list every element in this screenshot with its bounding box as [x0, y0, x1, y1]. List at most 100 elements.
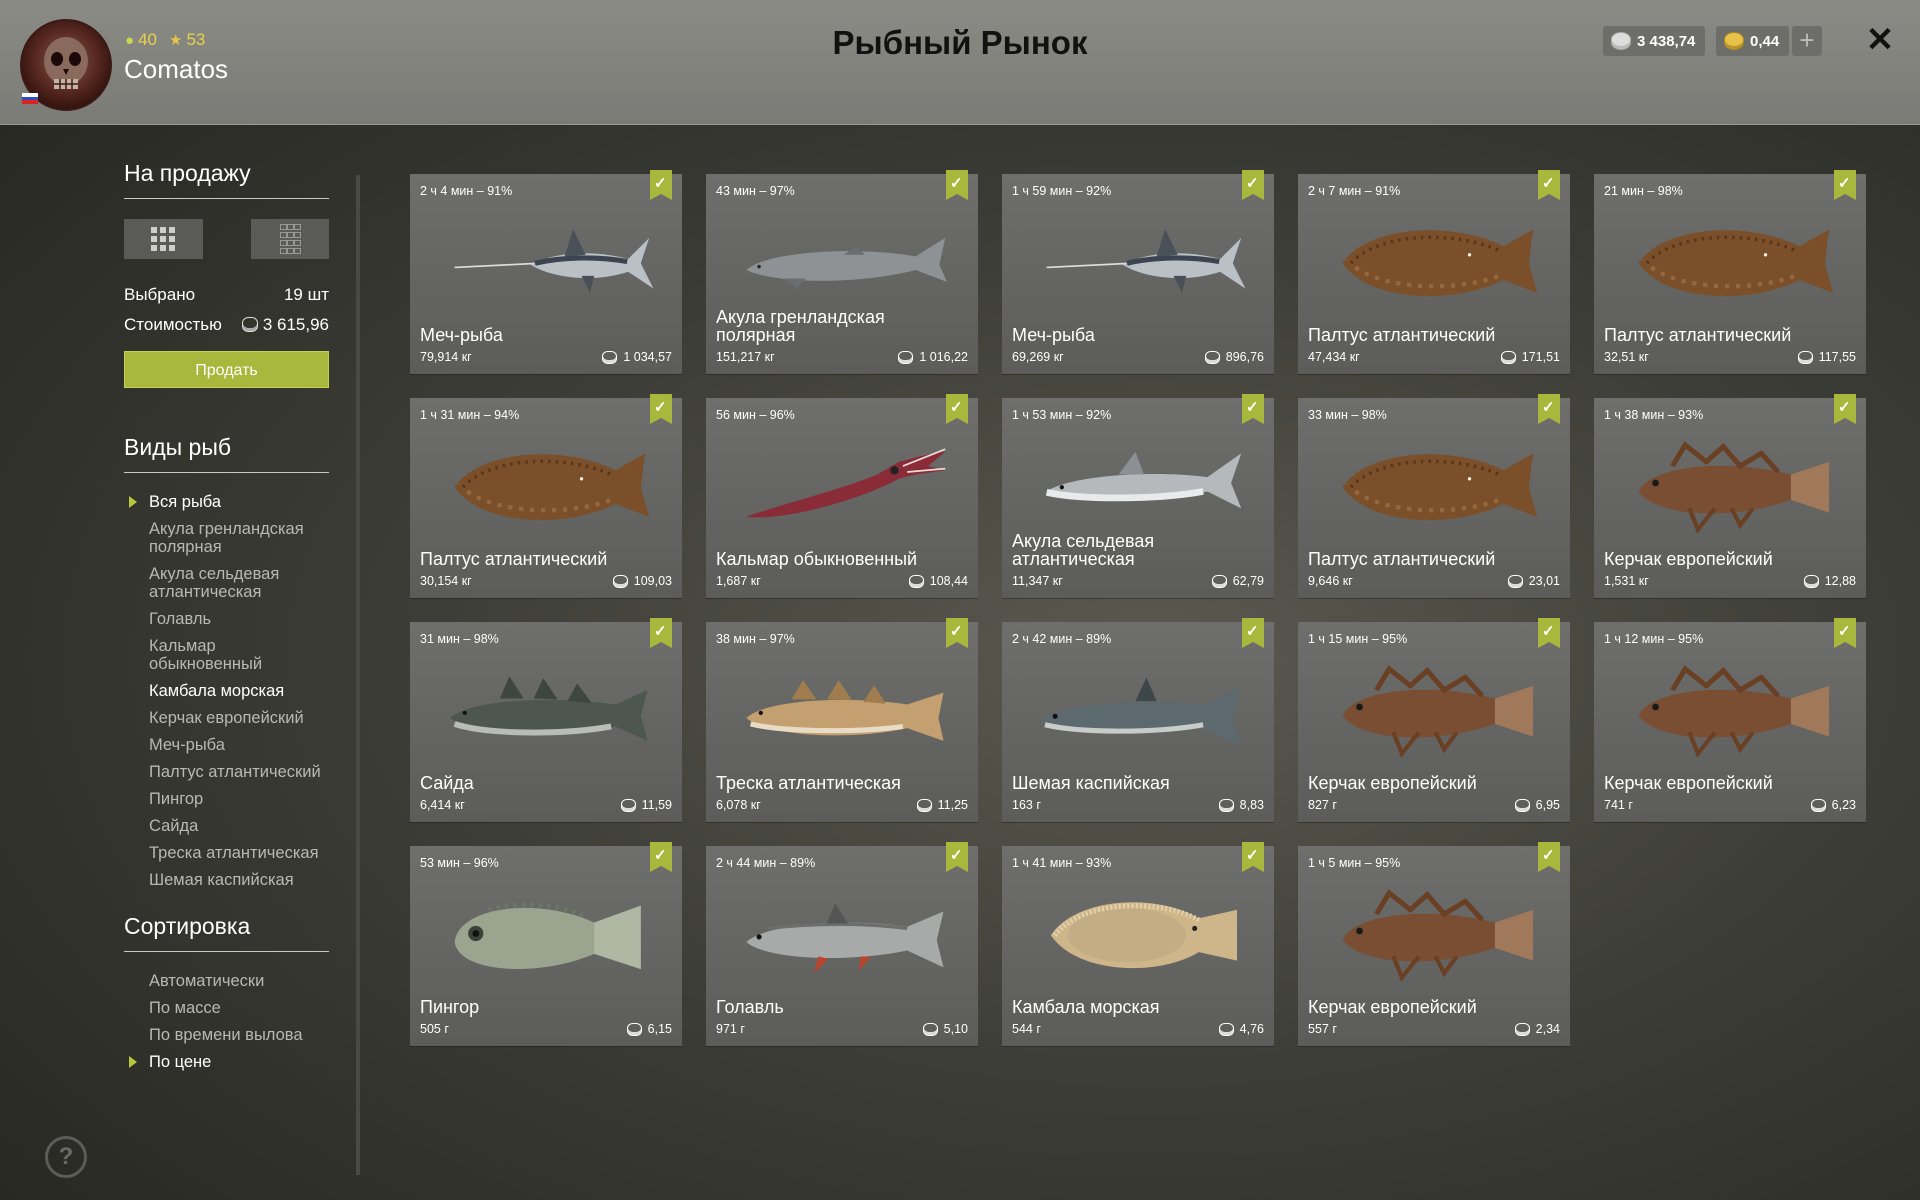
selected-checkmark-icon[interactable]: ✓ [650, 618, 672, 648]
fish-weight: 971 г [716, 1022, 745, 1036]
species-item[interactable]: Акула гренландская полярная [124, 520, 329, 556]
species-item[interactable]: Вся рыба [124, 493, 329, 511]
selected-checkmark-icon[interactable]: ✓ [1538, 842, 1560, 872]
selected-checkmark-icon[interactable]: ✓ [1538, 170, 1560, 200]
fish-price-value: 109,03 [633, 574, 672, 588]
fish-name: Акула гренландская полярная [716, 307, 885, 345]
selected-checkmark-icon[interactable]: ✓ [650, 394, 672, 424]
fish-price-value: 6,95 [1535, 798, 1560, 812]
species-item[interactable]: Шемая каспийская [124, 871, 329, 889]
selected-checkmark-icon[interactable]: ✓ [1538, 394, 1560, 424]
selected-checkmark-icon[interactable]: ✓ [1834, 618, 1856, 648]
fish-card[interactable]: 1 ч 38 мин – 93% ✓ Керчак европейский 1,… [1594, 394, 1866, 598]
fish-card[interactable]: 2 ч 7 мин – 91% ✓ Палтус атлантический 4… [1298, 170, 1570, 374]
selected-checkmark-icon[interactable]: ✓ [1242, 394, 1264, 424]
fish-card[interactable]: 2 ч 42 мин – 89% ✓ Шемая каспийская 163 … [1002, 618, 1274, 822]
fish-card[interactable]: 1 ч 31 мин – 94% ✓ Палтус атлантический … [410, 394, 682, 598]
selected-checkmark-icon[interactable]: ✓ [1242, 842, 1264, 872]
selected-checkmark-icon[interactable]: ✓ [1242, 170, 1264, 200]
fish-card[interactable]: 1 ч 5 мин – 95% ✓ Керчак европейский 557… [1298, 842, 1570, 1046]
selected-checkmark-icon[interactable]: ✓ [946, 618, 968, 648]
catch-time-quality: 1 ч 41 мин – 93% [1012, 856, 1112, 870]
fish-price: 12,88 [1803, 574, 1856, 588]
coin-icon [1507, 574, 1523, 588]
grid-small-view-button[interactable] [250, 219, 329, 259]
grid-large-icon [151, 227, 176, 251]
fish-card[interactable]: 31 мин – 98% ✓ Сайда 6,414 кг 11,59 [410, 618, 682, 822]
selected-checkmark-icon[interactable]: ✓ [946, 842, 968, 872]
add-currency-button[interactable]: + [1792, 26, 1822, 56]
selected-marker-icon [129, 496, 137, 508]
fish-card[interactable]: 2 ч 44 мин – 89% ✓ Голавль 971 г 5,10 [706, 842, 978, 1046]
close-button[interactable]: ✕ [1862, 20, 1898, 60]
selected-checkmark-icon[interactable]: ✓ [650, 170, 672, 200]
fish-card[interactable]: 1 ч 41 мин – 93% ✓ Камбала морская 544 г… [1002, 842, 1274, 1046]
species-item[interactable]: Пингор [124, 790, 329, 808]
species-label: Меч-рыба [149, 736, 225, 754]
fish-image [1045, 451, 1242, 509]
sort-label: По цене [149, 1053, 212, 1071]
fish-name: Пингор [420, 997, 480, 1017]
silver-balance: 3 438,74 [1603, 26, 1706, 56]
fish-price: 1 016,22 [898, 350, 968, 364]
species-label: Акула гренландская полярная [149, 520, 304, 556]
selected-checkmark-icon[interactable]: ✓ [1538, 618, 1560, 648]
fish-card[interactable]: 1 ч 59 мин – 92% ✓ Меч-рыба 69,269 кг 89… [1002, 170, 1274, 374]
sort-item[interactable]: По времени вылова [124, 1026, 329, 1044]
selected-checkmark-icon[interactable]: ✓ [946, 394, 968, 424]
species-label: Керчак европейский [149, 709, 304, 727]
selected-checkmark-icon[interactable]: ✓ [1242, 618, 1264, 648]
fish-card[interactable]: 21 мин – 98% ✓ Палтус атлантический 32,5… [1594, 170, 1866, 374]
help-button[interactable]: ? [45, 1136, 87, 1178]
fish-image [454, 229, 654, 293]
fish-card[interactable]: 2 ч 4 мин – 91% ✓ Меч-рыба 79,914 кг 1 0… [410, 170, 682, 374]
fish-card[interactable]: 33 мин – 98% ✓ Палтус атлантический 9,64… [1298, 394, 1570, 598]
sort-item[interactable]: Автоматически [124, 972, 329, 990]
catch-time-quality: 2 ч 4 мин – 91% [420, 184, 513, 198]
coin-icon [908, 574, 924, 588]
fish-image [454, 902, 641, 970]
sort-options-list: Автоматически По массе По времени вылова По… [124, 972, 329, 1071]
catch-time-quality: 53 мин – 96% [420, 856, 499, 870]
grid-large-view-button[interactable] [124, 219, 203, 259]
fish-image [454, 453, 650, 521]
species-item[interactable]: Кальмар обыкновенный [124, 637, 329, 673]
fish-card[interactable]: 38 мин – 97% ✓ Треска атлантическая 6,07… [706, 618, 978, 822]
fish-card[interactable]: 43 мин – 97% ✓ Акула гренландская полярн… [706, 170, 978, 374]
catch-time-quality: 21 мин – 98% [1604, 184, 1683, 198]
species-item[interactable]: Меч-рыба [124, 736, 329, 754]
fish-weight: 827 г [1308, 798, 1337, 812]
species-label: Треска атлантическая [149, 844, 319, 862]
species-item[interactable]: Камбала морская [124, 682, 329, 700]
species-item[interactable]: Акула сельдевая атлантическая [124, 565, 329, 601]
sort-item[interactable]: По массе [124, 999, 329, 1017]
fish-card[interactable]: 1 ч 53 мин – 92% ✓ Акула сельдевая атлан… [1002, 394, 1274, 598]
species-label: Сайда [149, 817, 199, 835]
species-label: Камбала морская [149, 682, 285, 700]
selected-checkmark-icon[interactable]: ✓ [1834, 394, 1856, 424]
sell-button[interactable]: Продать [124, 351, 329, 388]
fish-card[interactable]: 1 ч 15 мин – 95% ✓ Керчак европейский 82… [1298, 618, 1570, 822]
fish-price: 8,83 [1218, 798, 1264, 812]
fish-weight: 79,914 кг [420, 350, 472, 364]
gold-balance: 0,44 [1716, 26, 1790, 56]
selected-checkmark-icon[interactable]: ✓ [650, 842, 672, 872]
coin-icon [922, 1022, 938, 1036]
selected-checkmark-icon[interactable]: ✓ [946, 170, 968, 200]
gold-value: 0,44 [1750, 32, 1780, 50]
coin-icon [916, 798, 932, 812]
species-item[interactable]: Треска атлантическая [124, 844, 329, 862]
catch-time-quality: 2 ч 42 мин – 89% [1012, 632, 1112, 646]
coin-icon [898, 350, 914, 364]
fish-card[interactable]: 53 мин – 96% ✓ Пингор 505 г 6,15 [410, 842, 682, 1046]
species-item[interactable]: Сайда [124, 817, 329, 835]
fish-card[interactable]: 1 ч 12 мин – 95% ✓ Керчак европейский 74… [1594, 618, 1866, 822]
coin-icon [612, 574, 628, 588]
selected-checkmark-icon[interactable]: ✓ [1834, 170, 1856, 200]
species-item[interactable]: Голавль [124, 610, 329, 628]
species-item[interactable]: Палтус атлантический [124, 763, 329, 781]
species-item[interactable]: Керчак европейский [124, 709, 329, 727]
sort-item[interactable]: По цене [124, 1053, 329, 1071]
fish-price: 11,59 [620, 798, 672, 812]
fish-card[interactable]: 56 мин – 96% ✓ Кальмар обыкновенный 1,68… [706, 394, 978, 598]
